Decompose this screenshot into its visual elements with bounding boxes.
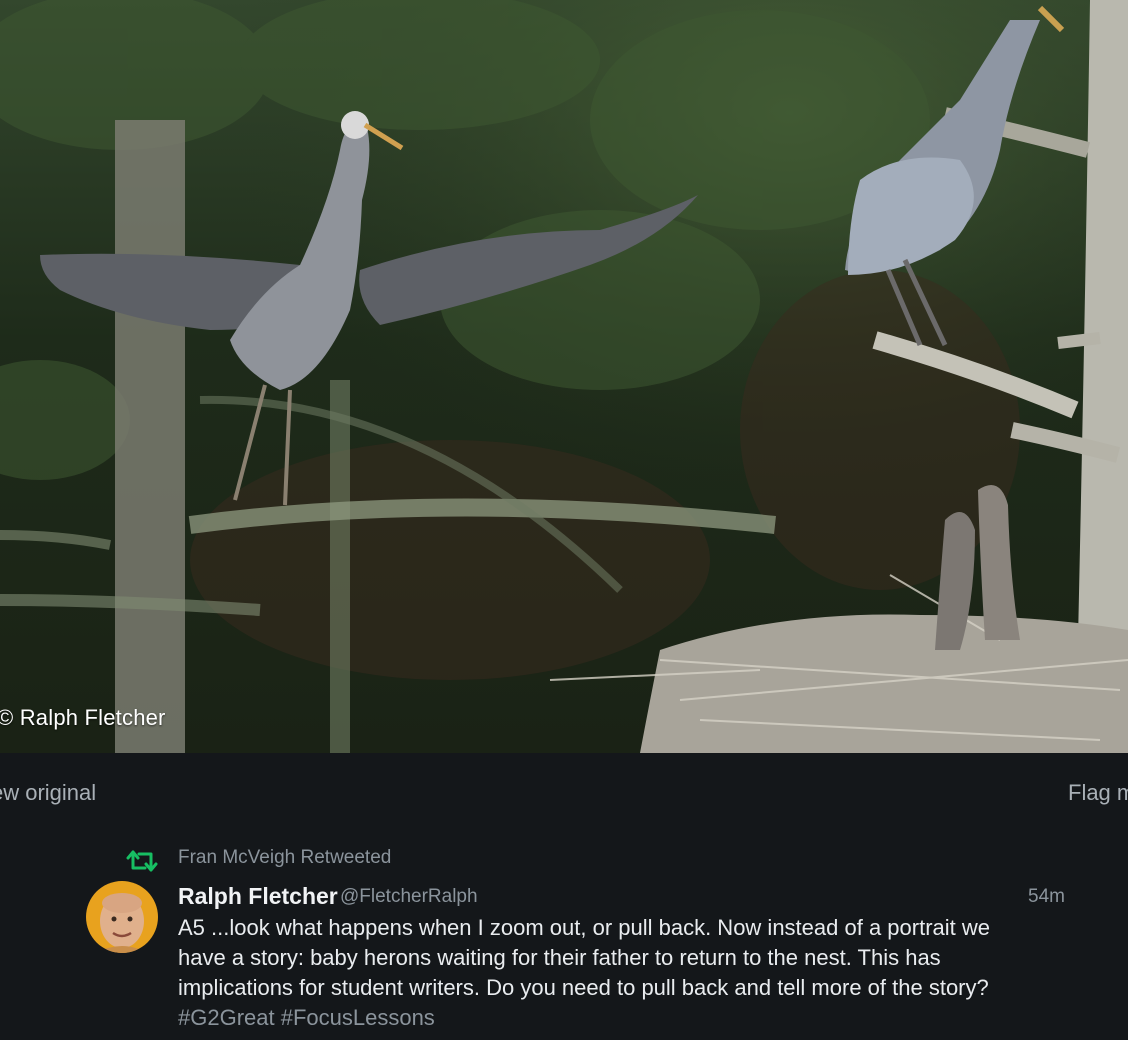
tweet-timestamp[interactable]: 54m [1028, 886, 1065, 908]
author-handle[interactable]: @FletcherRalph [340, 886, 478, 908]
photo-watermark: © Ralph Fletcher [0, 705, 166, 730]
tweet-text-line: A5 ...look what happens when I zoom out,… [178, 915, 991, 940]
heron-photo-image [0, 0, 1128, 753]
view-original-link[interactable]: ew original [0, 780, 96, 806]
flag-media-link[interactable]: Flag m [1068, 780, 1128, 806]
retweet-icon [126, 848, 158, 879]
retweeted-by-label[interactable]: Fran McVeigh Retweeted [178, 847, 391, 869]
tweet-text-line: have a story: baby herons waiting for th… [178, 945, 941, 970]
avatar[interactable] [86, 881, 158, 953]
media-action-bar: ew original Flag m [0, 753, 1128, 833]
tweet-card[interactable]: Fran McVeigh Retweeted Ralph Fletcher @F… [0, 833, 1128, 1040]
tweet-text: A5 ...look what happens when I zoom out,… [178, 913, 1098, 1033]
tweet-hashtags[interactable]: #G2Great #FocusLessons [178, 1003, 1098, 1033]
author-name[interactable]: Ralph Fletcher [178, 883, 338, 910]
avatar-image [86, 881, 158, 953]
tweet-text-line: implications for student writers. Do you… [178, 975, 989, 1000]
tweet-photo[interactable]: © Ralph Fletcher [0, 0, 1128, 753]
